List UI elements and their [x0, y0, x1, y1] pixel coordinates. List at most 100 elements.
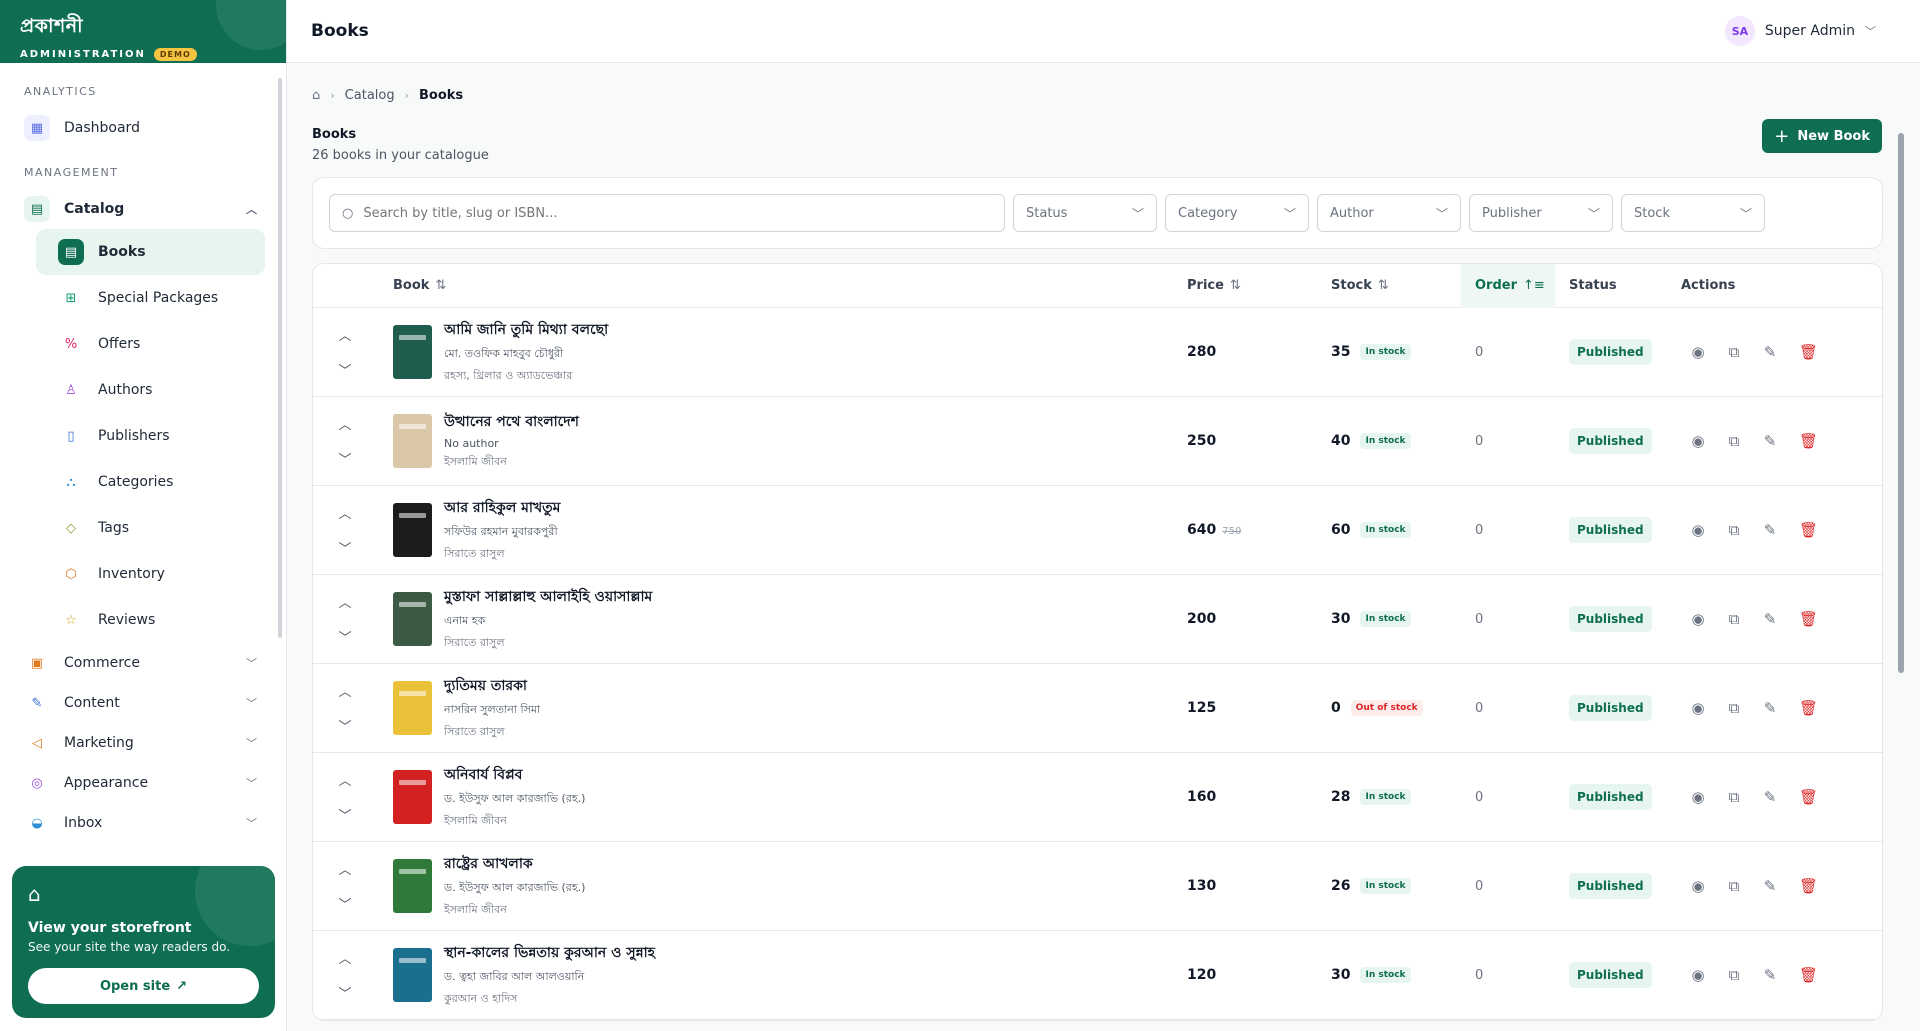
search-input[interactable] — [363, 205, 992, 221]
edit-icon[interactable]: ✎ — [1763, 610, 1777, 628]
home-icon[interactable]: ⌂ — [312, 88, 320, 103]
delete-icon[interactable]: 🗑 — [1799, 699, 1818, 717]
move-up-icon[interactable]: ︿ — [338, 325, 351, 344]
chevron-down-icon: ﹀ — [246, 817, 257, 830]
publisher-filter[interactable]: Publisher ﹀ — [1469, 194, 1613, 232]
external-link-icon[interactable]: ⧉ — [1727, 788, 1741, 806]
edit-icon[interactable]: ✎ — [1763, 877, 1777, 895]
sidebar-item-offers[interactable]: % Offers — [36, 321, 287, 367]
book-title[interactable]: অনিবার্য বিপ্লব — [444, 763, 585, 787]
book-title[interactable]: আর রাহিকুল মাখতুম — [444, 496, 560, 520]
book-cover[interactable] — [393, 770, 432, 824]
move-up-icon[interactable]: ︿ — [338, 503, 351, 522]
move-down-icon[interactable]: ﹀ — [338, 449, 351, 468]
move-up-icon[interactable]: ︿ — [338, 859, 351, 878]
user-menu[interactable]: SA Super Admin ﹀ — [1724, 16, 1876, 46]
delete-icon[interactable]: 🗑 — [1799, 432, 1818, 450]
delete-icon[interactable]: 🗑 — [1799, 610, 1818, 628]
book-title[interactable]: উত্থানের পথে বাংলাদেশ — [444, 410, 579, 434]
view-icon[interactable]: ◉ — [1691, 343, 1705, 361]
view-icon[interactable]: ◉ — [1691, 432, 1705, 450]
sidebar-item-catalog[interactable]: ▤ Catalog ︿ — [0, 189, 287, 229]
column-actions: Actions — [1681, 278, 1736, 293]
stock-filter[interactable]: Stock ﹀ — [1621, 194, 1765, 232]
external-link-icon[interactable]: ⧉ — [1727, 877, 1741, 895]
external-link-icon[interactable]: ⧉ — [1727, 521, 1741, 539]
move-down-icon[interactable]: ﹀ — [338, 360, 351, 379]
author-filter[interactable]: Author ﹀ — [1317, 194, 1461, 232]
book-cover[interactable] — [393, 325, 432, 379]
external-link-icon[interactable]: ⧉ — [1727, 343, 1741, 361]
move-up-icon[interactable]: ︿ — [338, 592, 351, 611]
sidebar-item-inbox[interactable]: ◒ Inbox ﹀ — [0, 803, 287, 843]
delete-icon[interactable]: 🗑 — [1799, 966, 1818, 984]
sidebar-item-content[interactable]: ✎ Content ﹀ — [0, 683, 287, 723]
book-cover[interactable] — [393, 948, 432, 1002]
sidebar-item-reviews[interactable]: ☆ Reviews — [36, 597, 287, 643]
sidebar-item-authors[interactable]: ♙ Authors — [36, 367, 287, 413]
book-cover[interactable] — [393, 592, 432, 646]
book-title[interactable]: মুস্তাফা সাল্লাল্লাহু আলাইহি ওয়াসাল্লাম — [444, 585, 652, 609]
status-filter[interactable]: Status ﹀ — [1013, 194, 1157, 232]
main-scrollbar[interactable] — [1898, 133, 1904, 673]
sidebar-item-appearance[interactable]: ◎ Appearance ﹀ — [0, 763, 287, 803]
move-down-icon[interactable]: ﹀ — [338, 805, 351, 824]
book-cover[interactable] — [393, 503, 432, 557]
move-up-icon[interactable]: ︿ — [338, 681, 351, 700]
move-down-icon[interactable]: ﹀ — [338, 983, 351, 1002]
edit-icon[interactable]: ✎ — [1763, 521, 1777, 539]
sidebar-scrollbar[interactable] — [278, 78, 282, 638]
move-down-icon[interactable]: ﹀ — [338, 627, 351, 646]
move-up-icon[interactable]: ︿ — [338, 770, 351, 789]
brand-logo[interactable]: প্রকাশনী ADMINISTRATION DEMO — [0, 0, 286, 63]
new-book-button[interactable]: + New Book — [1762, 119, 1882, 153]
edit-icon[interactable]: ✎ — [1763, 966, 1777, 984]
sidebar-item-commerce[interactable]: ▣ Commerce ﹀ — [0, 643, 287, 683]
external-link-icon[interactable]: ⧉ — [1727, 432, 1741, 450]
column-book[interactable]: Book ⇅ — [377, 264, 1173, 308]
book-title[interactable]: রাষ্ট্রের আখলাক — [444, 852, 585, 876]
view-icon[interactable]: ◉ — [1691, 966, 1705, 984]
sidebar-item-marketing[interactable]: ◁ Marketing ﹀ — [0, 723, 287, 763]
column-stock[interactable]: Stock ⇅ — [1317, 264, 1461, 308]
sidebar-item-special-packages[interactable]: ⊞ Special Packages — [36, 275, 287, 321]
book-title[interactable]: দ্যুতিময় তারকা — [444, 674, 540, 698]
view-icon[interactable]: ◉ — [1691, 521, 1705, 539]
view-icon[interactable]: ◉ — [1691, 788, 1705, 806]
edit-icon[interactable]: ✎ — [1763, 343, 1777, 361]
open-site-button[interactable]: Open site ↗ — [28, 968, 259, 1004]
move-up-icon[interactable]: ︿ — [338, 414, 351, 433]
delete-icon[interactable]: 🗑 — [1799, 877, 1818, 895]
book-title[interactable]: আমি জানি তুমি মিথ্যা বলছো — [444, 318, 608, 342]
delete-icon[interactable]: 🗑 — [1799, 521, 1818, 539]
edit-icon[interactable]: ✎ — [1763, 699, 1777, 717]
sidebar-item-dashboard[interactable]: ▦ Dashboard — [0, 108, 287, 148]
view-icon[interactable]: ◉ — [1691, 610, 1705, 628]
sidebar-item-books[interactable]: ▤ Books — [36, 229, 265, 275]
move-down-icon[interactable]: ﹀ — [338, 716, 351, 735]
delete-icon[interactable]: 🗑 — [1799, 788, 1818, 806]
category-filter[interactable]: Category ﹀ — [1165, 194, 1309, 232]
breadcrumb-catalog[interactable]: Catalog — [345, 88, 395, 103]
sidebar-item-categories[interactable]: ⛬ Categories — [36, 459, 287, 505]
delete-icon[interactable]: 🗑 — [1799, 343, 1818, 361]
edit-icon[interactable]: ✎ — [1763, 432, 1777, 450]
external-link-icon[interactable]: ⧉ — [1727, 610, 1741, 628]
sidebar-item-inventory[interactable]: ⬡ Inventory — [36, 551, 287, 597]
book-cover[interactable] — [393, 859, 432, 913]
book-cover[interactable] — [393, 414, 432, 468]
view-icon[interactable]: ◉ — [1691, 877, 1705, 895]
column-order[interactable]: Order ↑≡ — [1461, 264, 1555, 308]
move-up-icon[interactable]: ︿ — [338, 948, 351, 967]
column-price[interactable]: Price ⇅ — [1173, 264, 1317, 308]
book-cover[interactable] — [393, 681, 432, 735]
view-icon[interactable]: ◉ — [1691, 699, 1705, 717]
sidebar-item-publishers[interactable]: ▯ Publishers — [36, 413, 287, 459]
external-link-icon[interactable]: ⧉ — [1727, 966, 1741, 984]
move-down-icon[interactable]: ﹀ — [338, 538, 351, 557]
external-link-icon[interactable]: ⧉ — [1727, 699, 1741, 717]
sidebar-item-tags[interactable]: ◇ Tags — [36, 505, 287, 551]
move-down-icon[interactable]: ﹀ — [338, 894, 351, 913]
book-title[interactable]: স্থান-কালের ভিন্নতায় কুরআন ও সুন্নাহ — [444, 941, 655, 965]
edit-icon[interactable]: ✎ — [1763, 788, 1777, 806]
